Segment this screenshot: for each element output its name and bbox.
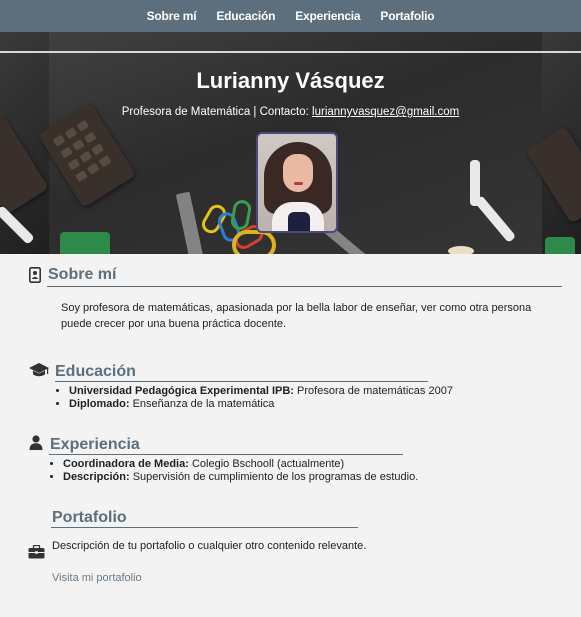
section-title-education: Educación: [55, 363, 136, 380]
id-card-icon: [29, 267, 41, 283]
section-underline-portfolio: [51, 527, 358, 528]
nav-link-education[interactable]: Educación: [216, 9, 275, 23]
hero-subtitle: Profesora de Matemática | Contacto: luri…: [0, 106, 581, 118]
about-text: Soy profesora de matemáticas, apasionada…: [61, 302, 532, 330]
nav-link-experience[interactable]: Experiencia: [295, 9, 360, 23]
experience-list: Coordinadora de Media: Colegio Bschooll …: [47, 458, 487, 484]
section-title-experience: Experiencia: [50, 436, 140, 453]
graduation-cap-icon: [29, 363, 49, 377]
list-item: Coordinadora de Media: Colegio Bschooll …: [63, 458, 487, 471]
section-underline-education: [55, 381, 428, 382]
portfolio-link[interactable]: Visita mi portafolio: [52, 572, 142, 584]
briefcase-icon: [28, 545, 45, 559]
hero-role: Profesora de Matemática | Contacto:: [121, 106, 313, 118]
nav-link-about[interactable]: Sobre mí: [147, 9, 197, 23]
contact-email-link[interactable]: luriannyvasquez@gmail.com: [312, 106, 459, 118]
sharpener-decoration-2: [545, 237, 575, 254]
section-underline-about: [47, 286, 562, 287]
portfolio-text: Descripción de tu portafolio o cualquier…: [52, 540, 367, 552]
section-underline-experience: [49, 454, 403, 455]
hero-banner: Lurianny Vásquez Profesora de Matemática…: [0, 32, 581, 254]
eraser-decoration: [448, 246, 474, 254]
top-nav: Sobre mí Educación Experiencia Portafoli…: [0, 0, 581, 32]
hero-name: Lurianny Vásquez: [196, 68, 385, 93]
section-title-portfolio: Portafolio: [52, 509, 127, 526]
education-list: Universidad Pedagógica Experimental IPB:…: [53, 385, 493, 411]
user-icon: [29, 435, 43, 450]
nav-link-portfolio[interactable]: Portafolio: [380, 9, 434, 23]
sharpener-decoration: [60, 232, 110, 254]
hero-rule: [0, 51, 581, 53]
list-item: Universidad Pedagógica Experimental IPB:…: [69, 385, 493, 398]
list-item: Diplomado: Enseñanza de la matemática: [69, 398, 493, 411]
list-item: Descripción: Supervisión de cumplimiento…: [63, 471, 487, 484]
section-title-about: Sobre mí: [48, 266, 117, 283]
profile-photo: [256, 132, 338, 233]
tape-decoration: [232, 230, 276, 254]
